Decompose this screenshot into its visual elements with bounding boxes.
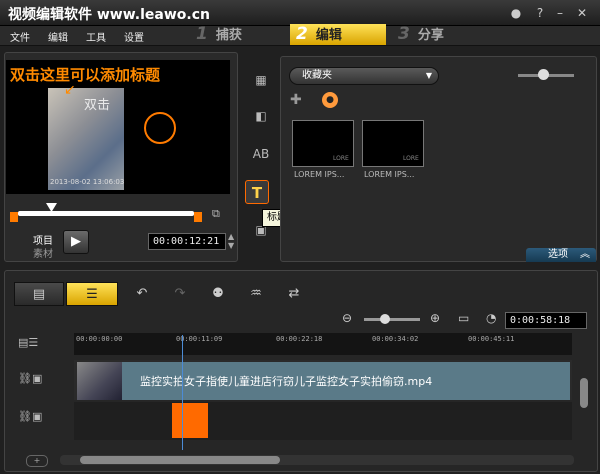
- ruler-label: 00:00:22:18: [276, 335, 323, 343]
- app-title: 视频编辑软件 www.leawo.cn: [8, 7, 210, 23]
- menu-file[interactable]: 文件: [10, 29, 30, 44]
- help-icon[interactable]: ?: [532, 5, 548, 21]
- app-window: 视频编辑软件 www.leawo.cn ● ? – ✕ 文件 编辑 工具 设置 …: [0, 0, 600, 474]
- duration-display: 0:00:58:18: [505, 312, 587, 329]
- title-overlay: 双击: [84, 98, 111, 113]
- title-icon[interactable]: T: [245, 180, 269, 204]
- tab-label: 捕获: [215, 28, 242, 43]
- timecode-display[interactable]: 00:00:12:21: [148, 233, 226, 250]
- media-icon[interactable]: ▦: [249, 68, 273, 92]
- slider-knob[interactable]: [538, 69, 549, 80]
- clock-icon: ◔: [486, 311, 497, 325]
- ruler-label: 00:00:34:02: [372, 335, 419, 343]
- menu-settings[interactable]: 设置: [124, 29, 144, 44]
- playhead[interactable]: [182, 335, 183, 450]
- video-track-icon[interactable]: ⛓▣: [18, 372, 46, 394]
- library-folder-select[interactable]: 收藏夹 ▼: [289, 67, 439, 85]
- thumb-caption-2: LOREM IPS...: [364, 170, 415, 179]
- clip-title: 监控实拍女子指使儿童进店行窃儿子监控女子实拍偷窃.mp4: [140, 375, 433, 388]
- thumb-caption-1: LOREM IPS...: [294, 170, 345, 179]
- timeline-view-button[interactable]: ☰: [66, 282, 118, 306]
- play-button[interactable]: ▶: [63, 230, 89, 254]
- storyboard-view-button[interactable]: ▤: [14, 282, 64, 306]
- audio-icon[interactable]: ♒: [244, 282, 268, 306]
- close-icon[interactable]: ✕: [574, 5, 590, 21]
- chevron-up-icon: ︽: [580, 249, 590, 260]
- zoom-slider[interactable]: [364, 318, 420, 321]
- fit-icon[interactable]: ▭: [458, 311, 469, 325]
- title-tip: 双击这里可以添加标题: [10, 66, 161, 84]
- trim-end-handle[interactable]: [194, 212, 202, 222]
- minimize-icon[interactable]: –: [552, 5, 568, 21]
- highlight-circle: [144, 112, 176, 144]
- tab-share[interactable]: 3 分享: [392, 24, 488, 45]
- overlay-track-icon[interactable]: ⛓▣: [18, 410, 46, 432]
- video-date: 2013-08-02 13:06:03: [50, 178, 125, 186]
- zoom-out-icon[interactable]: ⊖: [342, 311, 352, 325]
- select-value: 收藏夹: [302, 70, 332, 81]
- thumb-badge: LORE: [333, 155, 349, 162]
- clip-mode-label[interactable]: 素材: [33, 245, 53, 260]
- add-track-icon[interactable]: +: [26, 455, 48, 467]
- tab-edit[interactable]: 2 编辑: [290, 24, 386, 45]
- ruler-label: 00:00:45:11: [468, 335, 515, 343]
- vertical-scrollbar[interactable]: [578, 360, 590, 440]
- logo-icon: ●: [510, 6, 522, 20]
- tab-label: 分享: [417, 28, 444, 43]
- add-favorite-icon[interactable]: ✚: [290, 92, 302, 108]
- menu-edit[interactable]: 编辑: [48, 29, 68, 44]
- scroll-thumb[interactable]: [80, 456, 280, 464]
- zoom-knob[interactable]: [380, 314, 390, 324]
- timecode-spinner-icon[interactable]: ▲ ▼: [228, 232, 234, 250]
- scroll-thumb[interactable]: [580, 378, 588, 408]
- ruler-label: 00:00:00:00: [76, 335, 123, 343]
- trim-start-handle[interactable]: [10, 212, 18, 222]
- options-label: 选项: [548, 249, 568, 260]
- track-manager-icon[interactable]: ▤☰: [18, 336, 46, 358]
- zoom-in-icon[interactable]: ⊕: [430, 311, 440, 325]
- tab-label: 编辑: [315, 28, 342, 43]
- scrub-bar[interactable]: [18, 211, 194, 216]
- import-icon[interactable]: ●: [322, 92, 338, 108]
- options-button[interactable]: 选项 ︽: [526, 248, 596, 262]
- record-icon[interactable]: ⚉: [206, 282, 230, 306]
- arrow-icon: ↙: [64, 82, 76, 98]
- filter-icon[interactable]: AB: [249, 142, 273, 166]
- chevron-down-icon: ▼: [425, 71, 432, 80]
- undo-icon[interactable]: ↶: [130, 282, 154, 306]
- auto-music-icon[interactable]: ⇄: [282, 282, 306, 306]
- step-number: 1: [196, 24, 208, 44]
- clip-thumbnail: [77, 362, 122, 400]
- menu-tools[interactable]: 工具: [86, 29, 106, 44]
- transition-icon[interactable]: ◧: [249, 104, 273, 128]
- split-icon[interactable]: ⧉: [212, 207, 220, 221]
- step-number: 3: [398, 24, 410, 44]
- overlay-clip[interactable]: [172, 403, 208, 438]
- redo-icon[interactable]: ↷: [168, 282, 192, 306]
- overlay-track[interactable]: [74, 402, 572, 440]
- tab-capture[interactable]: 1 捕获: [190, 24, 286, 45]
- step-number: 2: [296, 24, 308, 44]
- thumb-badge: LORE: [403, 155, 419, 162]
